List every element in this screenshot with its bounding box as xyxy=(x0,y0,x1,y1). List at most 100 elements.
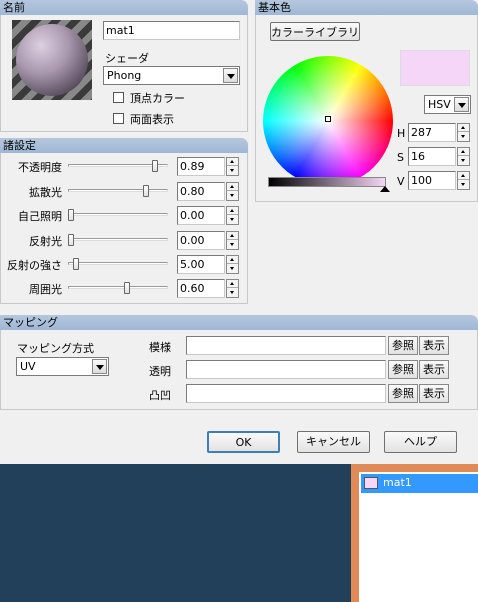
mapping-row-label: 模様 xyxy=(149,341,171,354)
value-gradient-bar[interactable] xyxy=(268,177,386,187)
chevron-down-icon[interactable] xyxy=(223,68,238,83)
shader-select-value: Phong xyxy=(107,69,142,82)
mapping-file-input[interactable] xyxy=(186,384,386,403)
mapping-show-button[interactable]: 表示 xyxy=(419,384,449,403)
spin-down-icon[interactable] xyxy=(227,192,238,200)
mapping-method-select[interactable]: UV xyxy=(16,357,109,376)
v-input[interactable]: 100 xyxy=(408,171,456,190)
h-input[interactable]: 287 xyxy=(408,123,456,142)
color-mode-select[interactable]: HSV xyxy=(424,95,471,114)
setting-slider-thumb[interactable] xyxy=(152,160,158,172)
setting-label: 拡散光 xyxy=(29,186,62,199)
mapping-header: マッピング xyxy=(0,315,478,330)
setting-label: 周囲光 xyxy=(29,283,62,296)
spin-down-icon[interactable] xyxy=(227,265,238,273)
setting-slider-track[interactable] xyxy=(68,189,168,192)
spin-down-icon[interactable] xyxy=(227,167,238,175)
spin-up-icon[interactable] xyxy=(227,280,238,288)
setting-spinner[interactable] xyxy=(226,206,239,225)
setting-label: 不透明度 xyxy=(18,161,62,174)
mapping-method-value: UV xyxy=(20,360,36,373)
color-library-button[interactable]: カラーライブラリ xyxy=(270,22,360,41)
spin-up-icon[interactable] xyxy=(458,124,469,132)
mapping-row-label: 透明 xyxy=(149,365,171,378)
setting-spinner[interactable] xyxy=(226,255,239,274)
double-sided-label: 両面表示 xyxy=(130,113,174,126)
setting-value-input[interactable]: 0.00 xyxy=(177,231,225,250)
setting-value-input[interactable]: 0.00 xyxy=(177,206,225,225)
mapping-title: マッピング xyxy=(3,316,58,329)
setting-value-input[interactable]: 0.60 xyxy=(177,279,225,298)
base-color-header: 基本色 xyxy=(255,0,478,15)
setting-value-input[interactable]: 0.89 xyxy=(177,157,225,176)
spin-down-icon[interactable] xyxy=(458,181,469,189)
mapping-browse-button[interactable]: 参照 xyxy=(388,384,418,403)
spin-down-icon[interactable] xyxy=(227,241,238,249)
spin-down-icon[interactable] xyxy=(227,216,238,224)
vertex-color-label: 頂点カラー xyxy=(130,92,185,105)
material-list-item[interactable]: mat1 xyxy=(361,474,478,493)
material-name-input[interactable]: mat1 xyxy=(103,21,240,40)
setting-slider-thumb[interactable] xyxy=(143,185,149,197)
mapping-browse-button[interactable]: 参照 xyxy=(388,360,418,379)
setting-spinner[interactable] xyxy=(226,157,239,176)
color-wheel[interactable] xyxy=(263,56,393,186)
chevron-down-icon[interactable] xyxy=(92,359,107,374)
setting-spinner[interactable] xyxy=(226,279,239,298)
chevron-down-icon[interactable] xyxy=(454,97,469,112)
s-input[interactable]: 16 xyxy=(408,147,456,166)
mapping-browse-button[interactable]: 参照 xyxy=(388,336,418,355)
mapping-file-input[interactable] xyxy=(186,360,386,379)
help-button[interactable]: ヘルプ xyxy=(384,431,457,453)
setting-slider-thumb[interactable] xyxy=(73,258,79,270)
spin-up-icon[interactable] xyxy=(227,183,238,191)
spin-up-icon[interactable] xyxy=(227,158,238,166)
setting-slider-track[interactable] xyxy=(68,213,168,216)
spin-down-icon[interactable] xyxy=(458,157,469,165)
h-spinner[interactable] xyxy=(457,123,470,142)
spin-down-icon[interactable] xyxy=(458,133,469,141)
spin-up-icon[interactable] xyxy=(458,172,469,180)
setting-slider-track[interactable] xyxy=(68,238,168,241)
mapping-show-button[interactable]: 表示 xyxy=(419,336,449,355)
spin-up-icon[interactable] xyxy=(227,256,238,264)
spin-down-icon[interactable] xyxy=(227,289,238,297)
name-section-header: 名前 xyxy=(0,0,248,15)
s-spinner[interactable] xyxy=(457,147,470,166)
setting-value-input[interactable]: 5.00 xyxy=(177,255,225,274)
color-swatch xyxy=(400,50,470,86)
color-wheel-cursor[interactable] xyxy=(325,116,331,122)
spin-up-icon[interactable] xyxy=(227,232,238,240)
spin-up-icon[interactable] xyxy=(227,207,238,215)
h-label: H xyxy=(397,127,406,140)
setting-slider-thumb[interactable] xyxy=(124,282,130,294)
v-spinner[interactable] xyxy=(457,171,470,190)
settings-title: 諸設定 xyxy=(3,139,36,152)
v-label: V xyxy=(397,175,405,188)
material-list-item-label: mat1 xyxy=(383,476,412,489)
setting-spinner[interactable] xyxy=(226,182,239,201)
shader-select[interactable]: Phong xyxy=(103,66,240,85)
mapping-show-button[interactable]: 表示 xyxy=(419,360,449,379)
setting-label: 反射光 xyxy=(29,235,62,248)
setting-label: 自己照明 xyxy=(18,210,62,223)
color-mode-value: HSV xyxy=(428,98,451,111)
cancel-button[interactable]: キャンセル xyxy=(297,431,370,453)
mapping-file-input[interactable] xyxy=(186,336,386,355)
setting-value-input[interactable]: 0.80 xyxy=(177,182,225,201)
mapping-row-label: 凸凹 xyxy=(149,389,171,402)
setting-slider-track[interactable] xyxy=(68,286,168,289)
material-color-swatch xyxy=(364,477,378,489)
ok-button[interactable]: OK xyxy=(207,431,280,453)
base-color-title: 基本色 xyxy=(258,1,291,14)
setting-spinner[interactable] xyxy=(226,231,239,250)
value-marker-icon[interactable] xyxy=(380,186,390,192)
setting-slider-thumb[interactable] xyxy=(68,234,74,246)
preview-sphere xyxy=(16,24,88,96)
double-sided-checkbox[interactable] xyxy=(113,113,124,124)
spin-up-icon[interactable] xyxy=(458,148,469,156)
material-preview xyxy=(12,20,92,100)
setting-slider-thumb[interactable] xyxy=(68,209,74,221)
vertex-color-checkbox[interactable] xyxy=(113,92,124,103)
setting-slider-track[interactable] xyxy=(68,262,168,265)
